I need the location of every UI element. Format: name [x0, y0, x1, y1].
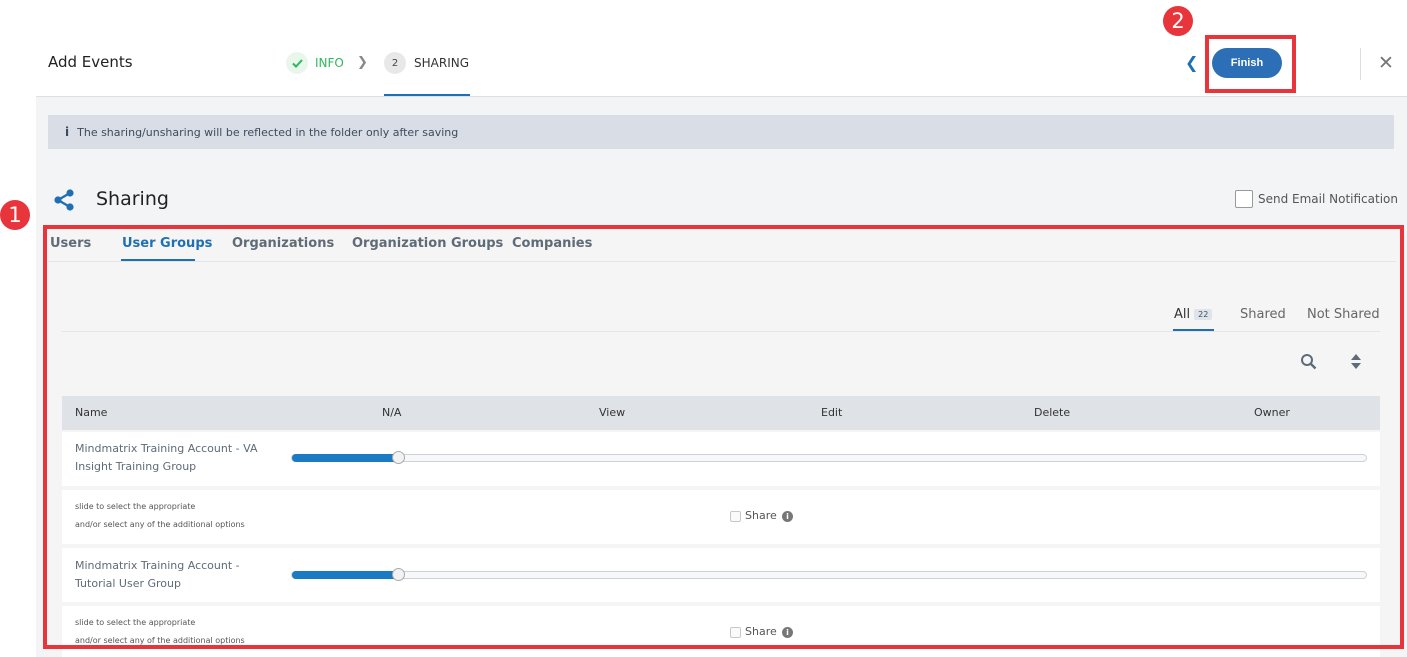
row-hint: slide to select the appropriate and/or s… [75, 502, 245, 529]
active-step-underline [384, 94, 470, 96]
check-icon [286, 52, 308, 74]
slider-handle[interactable] [392, 451, 405, 464]
share-checkbox[interactable] [730, 511, 741, 522]
row-name: Mindmatrix Training Account - Tutorial U… [75, 559, 240, 590]
tab-organization-groups[interactable]: Organization Groups [352, 236, 503, 251]
page-title: Add Events [48, 53, 133, 71]
info-message: The sharing/unsharing will be reflected … [77, 125, 459, 139]
annotation-badge-2: 2 [1163, 6, 1193, 36]
share-label: Share [745, 509, 777, 522]
section-title: Sharing [96, 188, 169, 210]
share-icon [52, 188, 76, 216]
row-hint: slide to select the appropriate and/or s… [75, 618, 245, 645]
email-notification-label: Send Email Notification [1258, 192, 1398, 206]
finish-highlight-box [1205, 35, 1296, 93]
tab-users[interactable]: Users [50, 236, 91, 251]
chevron-right-icon: ❯ [357, 55, 368, 70]
sort-icon[interactable] [1350, 353, 1362, 374]
col-view: View [599, 406, 626, 419]
annotation-badge-1: 1 [0, 200, 30, 230]
permission-slider[interactable] [291, 568, 1367, 581]
email-notification-checkbox[interactable] [1235, 190, 1253, 208]
tabs-divider [48, 261, 1396, 262]
col-owner: Owner [1254, 406, 1290, 419]
step-sharing-label: SHARING [414, 56, 470, 70]
step-number: 2 [384, 52, 406, 74]
table-header: Name N/A View Edit Delete Owner [62, 396, 1380, 430]
header-divider [1360, 48, 1361, 80]
table-row-options: slide to select the appropriate and/or s… [62, 606, 1380, 657]
row-name: Mindmatrix Training Account - VA Insight… [75, 442, 258, 473]
step-info[interactable]: INFO [286, 52, 344, 74]
table-row: Mindmatrix Training Account - VA Insight… [62, 432, 1380, 486]
step-sharing[interactable]: 2 SHARING [384, 52, 469, 74]
info-icon[interactable]: i [782, 627, 793, 638]
slider-fill [292, 454, 400, 462]
table-row: Mindmatrix Training Account - Tutorial U… [62, 548, 1380, 602]
filter-all-label: All [1174, 307, 1191, 322]
filter-divider [62, 331, 1380, 332]
share-label: Share [745, 625, 777, 638]
info-banner: i The sharing/unsharing will be reflecte… [48, 115, 1394, 149]
tab-organizations[interactable]: Organizations [232, 236, 334, 251]
chevron-left-icon[interactable]: ❮ [1185, 53, 1198, 72]
slider-fill [292, 571, 400, 579]
close-icon[interactable]: ✕ [1378, 52, 1394, 74]
filter-not-shared[interactable]: Not Shared [1307, 307, 1380, 322]
col-na: N/A [382, 406, 402, 419]
slider-handle[interactable] [392, 568, 405, 581]
col-delete: Delete [1034, 406, 1071, 419]
tab-user-groups[interactable]: User Groups [122, 236, 212, 251]
filter-shared[interactable]: Shared [1240, 307, 1286, 322]
table-row-options: slide to select the appropriate and/or s… [62, 490, 1380, 544]
info-icon: i [65, 125, 70, 139]
filter-all[interactable]: All 22 [1174, 307, 1213, 322]
count-badge: 22 [1194, 309, 1213, 320]
permission-slider[interactable] [291, 451, 1367, 464]
info-icon[interactable]: i [782, 511, 793, 522]
search-icon[interactable] [1300, 353, 1317, 374]
tab-companies[interactable]: Companies [512, 236, 592, 251]
col-name: Name [75, 406, 108, 419]
col-edit: Edit [821, 406, 843, 419]
share-checkbox[interactable] [730, 627, 741, 638]
step-info-label: INFO [315, 56, 344, 70]
top-bar [0, 0, 1407, 97]
